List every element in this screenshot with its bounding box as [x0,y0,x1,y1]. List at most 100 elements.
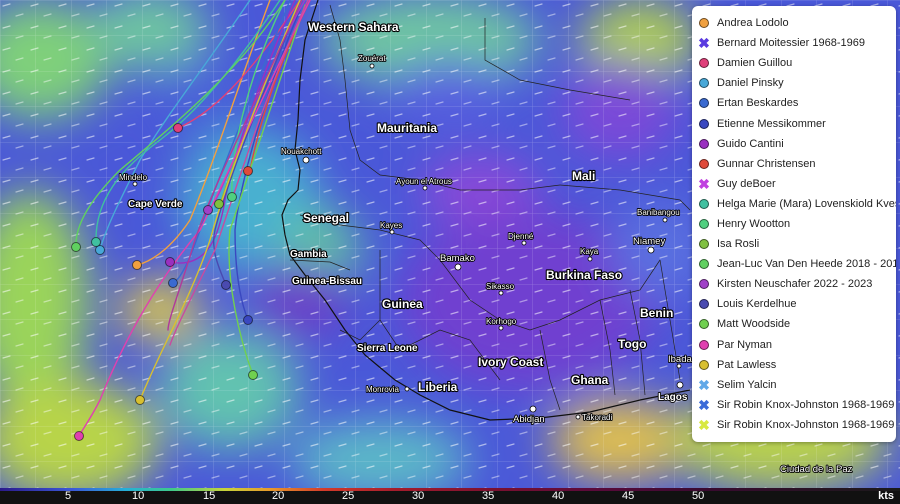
boat-guido-cantini [165,257,175,267]
dot-marker-icon [698,278,710,290]
boat-louis [221,280,231,290]
country-label: Guinea [382,297,423,311]
dot-marker-icon [698,318,710,330]
legend-item[interactable]: ✖ Selim Yalcin [692,375,896,395]
legend-item-label: Daniel Pinsky [717,77,784,90]
country-label: Mauritania [377,121,437,135]
scale-tick: 25 [342,490,355,502]
boat-ertan-beskardes [168,278,178,288]
dot-marker-icon [698,339,710,351]
legend-item[interactable]: ✖ Sir Robin Knox-Johnston 1968-1969 Up [692,415,896,435]
boat-jlvdh [71,242,81,252]
legend-item[interactable]: Matt Woodside [692,314,896,334]
legend-item-label: Isa Rosli [717,238,760,251]
legend-item-label: Bernard Moitessier 1968-1969 [717,37,865,50]
city-label: Djenné [508,232,534,241]
country-label: Gambia [290,249,327,260]
city-label: Lagos [658,392,688,403]
wind-speed-scale: 5 10 15 20 25 30 35 40 45 50 kts [0,488,900,504]
dot-marker-icon [698,97,710,109]
legend-item[interactable]: ✖ Guy deBoer [692,174,896,194]
country-label: Benin [640,306,673,320]
dot-marker-icon [698,298,710,310]
city-label: Sikasso [486,282,515,291]
scale-tick: 10 [132,490,145,502]
scale-tick: 20 [272,490,285,502]
country-label: Mali [572,169,595,183]
boat-damien-guillou [173,123,183,133]
legend-item-label: Gunnar Christensen [717,157,816,170]
legend-item[interactable]: Etienne Messikommer [692,113,896,133]
city-label: Mindelo [119,173,148,182]
city-label: Bamako [440,253,475,264]
legend-item[interactable]: Isa Rosli [692,234,896,254]
legend-item-label: Pat Lawless [717,358,777,371]
legend-item[interactable]: Henry Wootton [692,214,896,234]
scale-unit: kts [878,490,894,502]
scale-tick: 15 [203,490,216,502]
legend-item[interactable]: Kirsten Neuschafer 2022 - 2023 [692,274,896,294]
city-label: Ayoun el Atrous [396,177,452,186]
cross-marker-icon: ✖ [698,376,710,393]
legend-item-label: Louis Kerdelhue [717,298,797,311]
legend-item-label: Par Nyman [717,338,773,351]
country-label: Liberia [418,380,458,394]
scale-tick: 5 [65,490,72,502]
legend-item-label: Andrea Lodolo [717,17,789,30]
dot-marker-icon [698,258,710,270]
legend-item-label: Matt Woodside [717,318,791,331]
city-label: Nouakchott [281,147,322,156]
city-label: Zouérat [358,54,386,63]
boat-isa [214,199,224,209]
legend-item-label: Guy deBoer [717,177,776,190]
legend-item[interactable]: Par Nyman [692,335,896,355]
scale-tick: 40 [552,490,565,502]
city-label: Banibangou [637,208,680,217]
legend-item[interactable]: Louis Kerdelhue [692,294,896,314]
city-label: Takoradi [582,413,612,422]
city-label: Niamey [633,236,665,247]
dot-marker-icon [698,57,710,69]
legend-item[interactable]: Damien Guillou [692,53,896,73]
legend-item[interactable]: Ertan Beskardes [692,93,896,113]
legend-item-label: Etienne Messikommer [717,117,826,130]
country-label: Cape Verde [128,199,183,210]
legend-item[interactable]: ✖ Bernard Moitessier 1968-1969 [692,33,896,53]
legend-item[interactable]: Gunnar Christensen [692,154,896,174]
cross-marker-icon: ✖ [698,396,710,413]
boat-par [74,431,84,441]
dot-marker-icon [698,218,710,230]
legend: Andrea Lodolo ✖ Bernard Moitessier 1968-19… [692,6,896,442]
scale-tick: 30 [412,490,425,502]
legend-item-label: Damien Guillou [717,57,793,70]
dot-marker-icon [698,77,710,89]
city-label: Kayes [380,221,402,230]
scale-tick: 50 [692,490,705,502]
legend-item[interactable]: Helga Marie (Mara) Lovenskiold Kveseth [692,194,896,214]
legend-item[interactable]: Jean-Luc Van Den Heede 2018 - 2019 [692,254,896,274]
cross-marker-icon: ✖ [698,416,710,433]
boat-pat [135,395,145,405]
legend-item[interactable]: Guido Cantini [692,134,896,154]
legend-item[interactable]: Daniel Pinsky [692,73,896,93]
cross-marker-icon: ✖ [698,175,710,192]
scale-tick: 35 [482,490,495,502]
country-label: Ivory Coast [478,355,543,369]
city-label: Ibada [668,354,692,365]
dot-marker-icon [698,17,710,29]
legend-item[interactable]: Andrea Lodolo [692,13,896,33]
legend-item-label: Selim Yalcin [717,378,777,391]
city-label: Kaya [580,247,599,256]
legend-item-label: Kirsten Neuschafer 2022 - 2023 [717,278,873,291]
legend-item[interactable]: ✖ Sir Robin Knox-Johnston 1968-1969 [692,395,896,415]
country-label: Sierra Leone [357,343,418,354]
dot-marker-icon [698,138,710,150]
legend-item[interactable]: Pat Lawless [692,355,896,375]
dot-marker-icon [698,198,710,210]
boat-andrea-lodolo [132,260,142,270]
boat-gunnar [243,166,253,176]
dot-marker-icon [698,118,710,130]
dot-marker-icon [698,359,710,371]
legend-item-label: Henry Wootton [717,217,791,230]
country-label: Guinea-Bissau [292,276,362,287]
